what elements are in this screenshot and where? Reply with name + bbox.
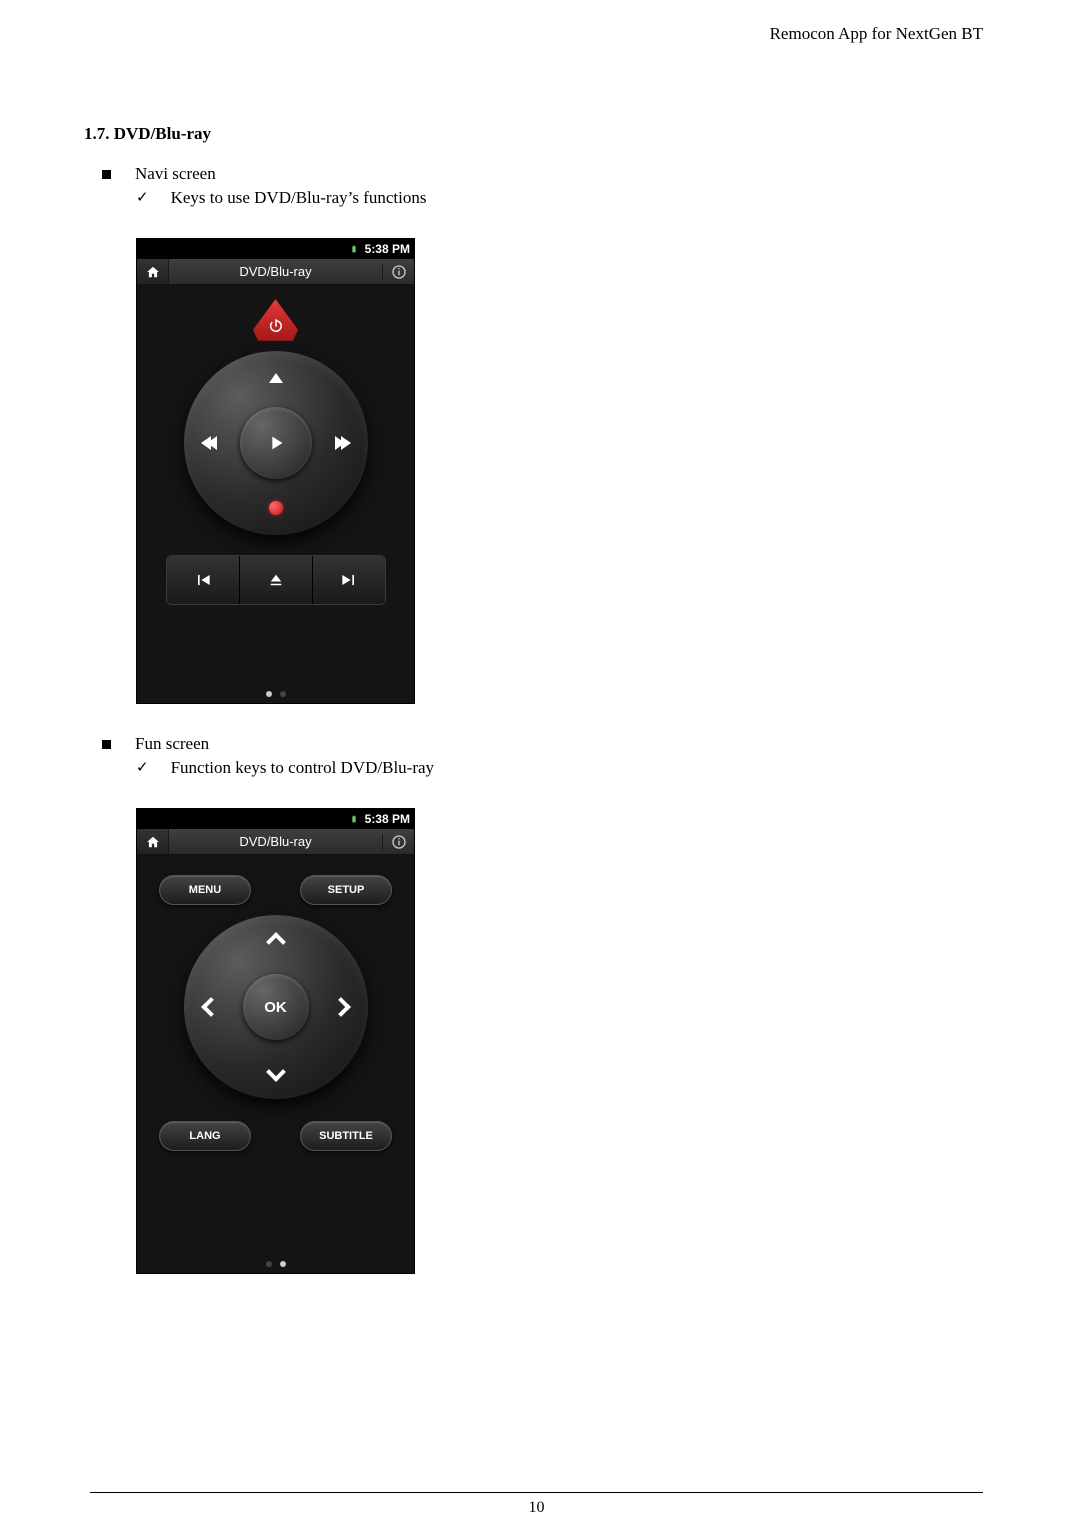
menu-button[interactable]: MENU	[159, 875, 251, 905]
setup-button[interactable]: SETUP	[300, 875, 392, 905]
info-icon	[391, 264, 407, 280]
subtitle-button[interactable]: SUBTITLE	[300, 1121, 392, 1151]
home-icon	[146, 265, 160, 279]
page-dot-active	[280, 1261, 286, 1267]
home-button[interactable]	[137, 259, 169, 284]
page-dot	[280, 691, 286, 697]
bluetooth-icon	[274, 244, 284, 254]
record-icon	[269, 501, 283, 515]
page-indicator	[266, 691, 286, 697]
fast-forward-button[interactable]	[322, 424, 360, 462]
fast-forward-icon	[335, 436, 347, 450]
chevron-down-icon	[266, 1062, 286, 1082]
square-bullet-icon	[102, 740, 111, 749]
chevron-up-icon	[266, 932, 286, 952]
check-icon: ✓	[136, 758, 149, 777]
page-dot-active	[266, 691, 272, 697]
sub-bullet-navi: ✓ Keys to use DVD/Blu-ray’s functions	[136, 188, 983, 208]
doc-header: Remocon App for NextGen BT	[84, 24, 983, 44]
square-bullet-icon	[102, 170, 111, 179]
status-time: 5:38 PM	[365, 812, 410, 826]
power-button[interactable]	[251, 299, 301, 343]
page-dot	[266, 1261, 272, 1267]
battery-icon	[349, 814, 359, 824]
chevron-left-icon	[201, 997, 221, 1017]
bullet-navi-text: Navi screen	[135, 164, 216, 184]
skip-previous-icon	[193, 570, 213, 590]
wifi-icon	[319, 814, 329, 824]
lang-button[interactable]: LANG	[159, 1121, 251, 1151]
bullet-navi: Navi screen	[102, 164, 983, 184]
nav-dpad: OK	[184, 915, 368, 1099]
screenshot-fun: 5:38 PM DVD/Blu-ray MENU SETUP	[136, 808, 415, 1274]
status-bar: 5:38 PM	[137, 239, 414, 259]
bullet-fun: Fun screen	[102, 734, 983, 754]
play-button[interactable]	[240, 407, 312, 479]
sub-bullet-navi-text: Keys to use DVD/Blu-ray’s functions	[171, 188, 427, 208]
nav-down-button[interactable]	[261, 1057, 291, 1087]
check-icon: ✓	[136, 188, 149, 207]
bluetooth-icon	[274, 814, 284, 824]
triangle-up-icon	[269, 373, 283, 383]
power-icon	[267, 317, 285, 335]
page-indicator	[266, 1261, 286, 1267]
home-button[interactable]	[137, 829, 169, 854]
record-button[interactable]	[257, 489, 295, 527]
rewind-icon	[205, 436, 217, 450]
footer-rule	[90, 1492, 983, 1493]
nav-right-button[interactable]	[326, 992, 356, 1022]
info-button[interactable]	[382, 264, 414, 280]
app-title-bar: DVD/Blu-ray	[137, 259, 414, 285]
next-track-button[interactable]	[313, 556, 385, 604]
eject-icon	[267, 571, 285, 589]
page-number: 10	[0, 1499, 1073, 1517]
play-icon	[265, 432, 287, 454]
signal-icon	[334, 244, 344, 254]
signal-icon	[334, 814, 344, 824]
bullet-fun-text: Fun screen	[135, 734, 209, 754]
chevron-right-icon	[331, 997, 351, 1017]
screenshot-navi: 5:38 PM DVD/Blu-ray	[136, 238, 415, 704]
alarm-icon	[304, 814, 314, 824]
dpad-up-button[interactable]	[257, 359, 295, 397]
transport-row	[166, 555, 386, 605]
status-bar: 5:38 PM	[137, 809, 414, 829]
sub-bullet-fun: ✓ Function keys to control DVD/Blu-ray	[136, 758, 983, 778]
prev-track-button[interactable]	[167, 556, 240, 604]
nav-left-button[interactable]	[196, 992, 226, 1022]
playback-dpad	[184, 351, 368, 535]
vibrate-icon	[289, 244, 299, 254]
battery-icon	[349, 244, 359, 254]
section-heading: 1.7. DVD/Blu-ray	[84, 124, 983, 144]
ok-button[interactable]: OK	[243, 974, 309, 1040]
eject-button[interactable]	[240, 556, 313, 604]
info-button[interactable]	[382, 834, 414, 850]
wifi-icon	[319, 244, 329, 254]
app-title: DVD/Blu-ray	[169, 264, 382, 279]
home-icon	[146, 835, 160, 849]
sub-bullet-fun-text: Function keys to control DVD/Blu-ray	[171, 758, 434, 778]
vibrate-icon	[289, 814, 299, 824]
skip-next-icon	[339, 570, 359, 590]
app-title-bar: DVD/Blu-ray	[137, 829, 414, 855]
app-title: DVD/Blu-ray	[169, 834, 382, 849]
info-icon	[391, 834, 407, 850]
rewind-button[interactable]	[192, 424, 230, 462]
alarm-icon	[304, 244, 314, 254]
status-time: 5:38 PM	[365, 242, 410, 256]
nav-up-button[interactable]	[261, 927, 291, 957]
